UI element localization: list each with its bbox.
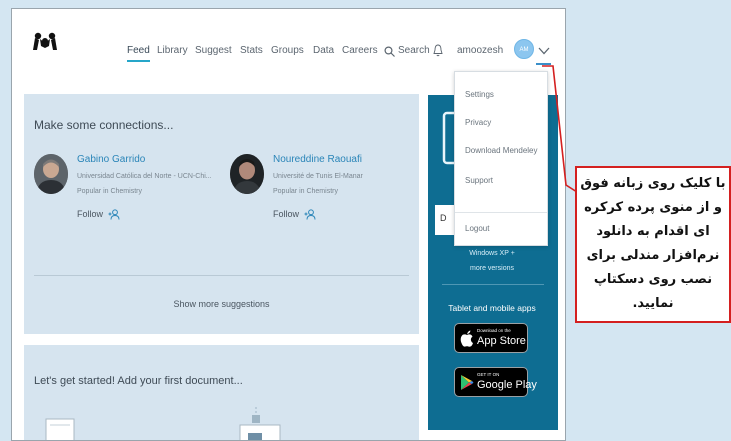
- mendeley-logo-icon[interactable]: [32, 30, 58, 52]
- bell-icon[interactable]: [433, 44, 443, 57]
- follow-button[interactable]: Follow: [77, 209, 120, 220]
- search-icon[interactable]: [384, 46, 395, 57]
- person-affiliation: Université de Tunis El-Manar: [273, 173, 363, 180]
- app-store-badge[interactable]: Download on the App Store: [454, 323, 528, 353]
- document-illustration-icon: [45, 418, 75, 440]
- follow-label: Follow: [77, 209, 104, 219]
- menu-item-logout[interactable]: Logout: [465, 224, 489, 233]
- nav-tab-suggest[interactable]: Suggest: [195, 45, 232, 56]
- app-store-label: App Store: [477, 335, 526, 347]
- menu-item-settings[interactable]: Settings: [465, 90, 494, 99]
- divider: [455, 212, 547, 213]
- nav-tab-careers[interactable]: Careers: [342, 45, 378, 56]
- person-popularity: Popular in Chemistry: [77, 188, 142, 195]
- connections-title: Make some connections...: [34, 118, 174, 132]
- follow-button[interactable]: Follow: [273, 209, 316, 220]
- connections-card: Make some connections... Gabino Garrido …: [24, 94, 419, 334]
- google-play-label: Google Play: [477, 379, 537, 391]
- download-button-label: D: [440, 213, 447, 223]
- user-avatar[interactable]: AM: [514, 39, 534, 59]
- apple-icon: [460, 330, 473, 347]
- nav-tab-data[interactable]: Data: [313, 45, 334, 56]
- person-name[interactable]: Gabino Garrido: [77, 154, 145, 165]
- menu-item-support[interactable]: Support: [465, 176, 493, 185]
- person-affiliation: Universidad Católica del Norte - UCN-Chi…: [77, 173, 212, 180]
- account-dropdown-menu: Settings Privacy Download Mendeley Suppo…: [454, 71, 548, 246]
- google-play-small-text: GET IT ON: [477, 372, 500, 377]
- add-person-icon: [304, 209, 316, 220]
- divider: [442, 284, 544, 285]
- person-popularity: Popular in Chemistry: [273, 188, 338, 195]
- annotation-text: با کلیک روی زبانه فوق و از منوی پرده کرک…: [580, 176, 726, 311]
- more-versions-link[interactable]: more versions: [428, 265, 556, 272]
- person-name[interactable]: Noureddine Raouafi: [273, 154, 362, 165]
- nav-tab-groups[interactable]: Groups: [271, 45, 304, 56]
- persian-annotation-callout: با کلیک روی زبانه فوق و از منوی پرده کرک…: [575, 166, 731, 323]
- avatar[interactable]: [230, 154, 264, 194]
- get-started-title: Let's get started! Add your first docume…: [34, 375, 243, 387]
- avatar[interactable]: [34, 154, 68, 194]
- app-store-small-text: Download on the: [477, 328, 511, 333]
- windows-version-text: Windows XP +: [469, 250, 515, 257]
- nav-tab-stats[interactable]: Stats: [240, 45, 263, 56]
- upload-illustration-icon: [239, 407, 281, 440]
- divider: [34, 275, 409, 276]
- menu-item-privacy[interactable]: Privacy: [465, 118, 491, 127]
- google-play-badge[interactable]: GET IT ON Google Play: [454, 367, 537, 397]
- menu-item-download-mendeley[interactable]: Download Mendeley: [465, 146, 538, 155]
- dropdown-active-indicator: [536, 63, 551, 65]
- chevron-down-icon[interactable]: [538, 47, 550, 55]
- nav-tab-feed[interactable]: Feed: [127, 45, 150, 62]
- search-link[interactable]: Search: [398, 45, 430, 56]
- username-label[interactable]: amoozesh: [457, 45, 503, 56]
- suggestion-card: Gabino Garrido Universidad Católica del …: [34, 144, 219, 264]
- add-person-icon: [108, 209, 120, 220]
- get-started-card: Let's get started! Add your first docume…: [24, 345, 419, 440]
- show-more-suggestions-link[interactable]: Show more suggestions: [24, 299, 419, 309]
- top-navigation-bar: Feed Library Suggest Stats Groups Data C…: [12, 9, 565, 75]
- suggestion-card: Noureddine Raouafi Université de Tunis E…: [230, 144, 415, 264]
- follow-label: Follow: [273, 209, 300, 219]
- nav-tab-library[interactable]: Library: [157, 45, 188, 56]
- google-play-icon: [461, 375, 474, 390]
- mendeley-window: Feed Library Suggest Stats Groups Data C…: [11, 8, 566, 441]
- tablet-mobile-heading: Tablet and mobile apps: [448, 303, 536, 313]
